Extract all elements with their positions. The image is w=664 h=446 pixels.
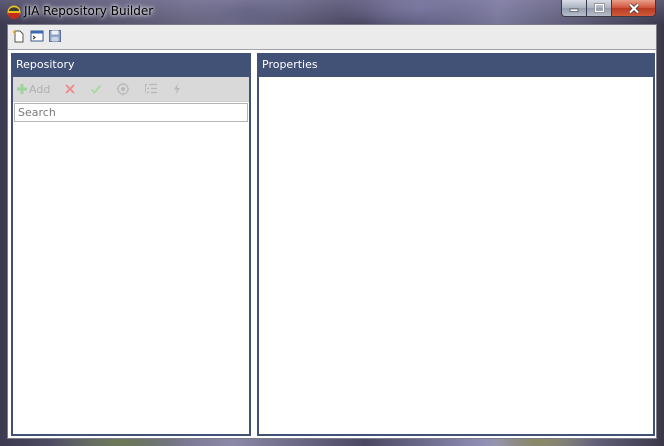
properties-panel: Properties bbox=[257, 53, 655, 436]
lightning-icon bbox=[174, 83, 181, 95]
repository-toolbar: Add bbox=[13, 77, 249, 102]
close-icon bbox=[628, 2, 639, 14]
new-document-icon bbox=[13, 30, 24, 43]
save-disk-icon bbox=[49, 30, 61, 42]
new-button[interactable] bbox=[11, 28, 27, 44]
window-controls bbox=[561, 0, 656, 17]
list-icon bbox=[145, 83, 158, 94]
repository-header: Repository bbox=[13, 55, 249, 77]
repository-tree[interactable] bbox=[13, 127, 249, 434]
client-area: Repository Add Search Properties bbox=[7, 24, 657, 439]
content-area: Repository Add Search Properties bbox=[8, 49, 656, 438]
minimize-icon bbox=[569, 8, 579, 12]
minimize-button[interactable] bbox=[561, 0, 587, 17]
save-button[interactable] bbox=[47, 28, 63, 44]
settings-target-icon bbox=[116, 82, 130, 96]
confirm-button[interactable] bbox=[90, 79, 102, 99]
add-label: Add bbox=[29, 82, 51, 96]
settings-button[interactable] bbox=[116, 79, 130, 99]
delete-x-icon bbox=[65, 84, 75, 94]
close-button[interactable] bbox=[612, 0, 656, 17]
search-input[interactable] bbox=[14, 103, 248, 122]
delete-button[interactable] bbox=[64, 79, 76, 99]
window-title: JIA Repository Builder bbox=[24, 4, 154, 18]
plus-icon bbox=[17, 84, 27, 94]
maximize-button[interactable] bbox=[587, 0, 612, 17]
app-window: JIA Repository Builder Repository Add Se… bbox=[0, 0, 664, 446]
open-console-icon bbox=[30, 30, 44, 42]
maximize-icon bbox=[593, 3, 605, 13]
run-button[interactable] bbox=[172, 79, 182, 99]
properties-header: Properties bbox=[259, 55, 653, 77]
list-button[interactable] bbox=[144, 79, 158, 99]
check-icon bbox=[91, 84, 102, 94]
console-button[interactable] bbox=[29, 28, 45, 44]
flame-colored-app-icon bbox=[7, 5, 21, 19]
add-button[interactable]: Add bbox=[16, 79, 50, 99]
main-toolbar bbox=[11, 28, 63, 46]
title-bar[interactable]: JIA Repository Builder bbox=[0, 0, 664, 24]
repository-panel: Repository Add bbox=[11, 53, 251, 436]
